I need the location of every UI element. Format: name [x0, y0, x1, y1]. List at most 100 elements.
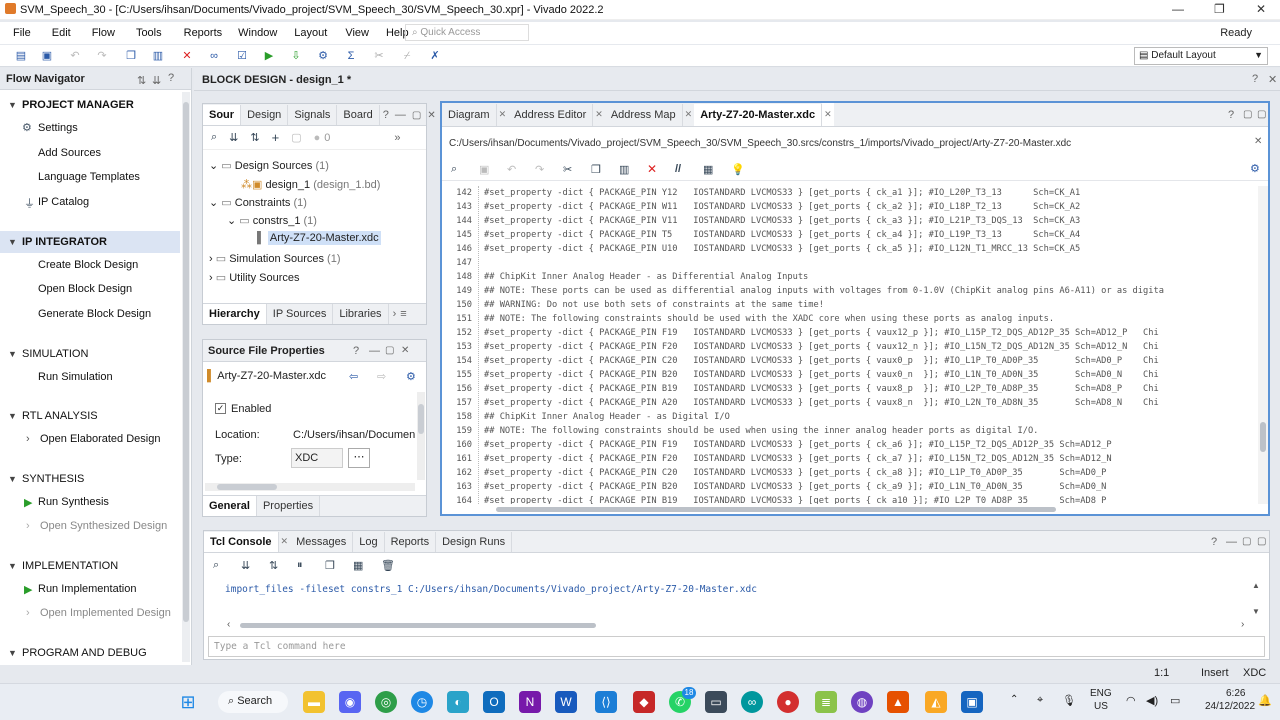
- section-rtl-analysis[interactable]: ▼ RTL ANALYSIS: [8, 410, 98, 422]
- block-icon[interactable]: ▦: [353, 559, 363, 572]
- code-line[interactable]: 146 #set_property -dict { PACKAGE_PIN U10…: [442, 242, 1080, 256]
- menu-view[interactable]: View: [345, 27, 369, 39]
- scroll-right-icon[interactable]: ›: [1241, 619, 1244, 630]
- tab-address-map[interactable]: Address Map: [605, 104, 683, 126]
- tree-utility-sources[interactable]: › ▭ Utility Sources: [209, 271, 300, 284]
- debug-icon[interactable]: ✂: [372, 49, 386, 63]
- run-icon[interactable]: ▶: [262, 49, 276, 63]
- section-program-and-debug[interactable]: ▼ PROGRAM AND DEBUG: [8, 647, 147, 659]
- collapse-all-icon[interactable]: ⇊: [241, 559, 250, 572]
- tab-hierarchy[interactable]: Hierarchy: [203, 304, 267, 324]
- bindings-icon[interactable]: ∞: [207, 49, 221, 63]
- trash-icon[interactable]: 🗑: [381, 559, 395, 572]
- close-icon[interactable]: ✕: [593, 103, 605, 126]
- lightbulb-icon[interactable]: 💡: [731, 163, 745, 176]
- section-synthesis[interactable]: ▼ SYNTHESIS: [8, 473, 84, 485]
- help-icon[interactable]: ?: [168, 72, 174, 84]
- nav-open-block-design[interactable]: Open Block Design: [38, 283, 132, 295]
- minimize-icon[interactable]: —: [1226, 536, 1237, 548]
- help-icon[interactable]: ?: [1228, 109, 1234, 121]
- scroll-down-icon[interactable]: ▼: [1252, 607, 1260, 616]
- notifications-icon[interactable]: 🔔: [1258, 694, 1272, 707]
- code-line[interactable]: 162 #set_property -dict { PACKAGE_PIN C20…: [442, 466, 1106, 480]
- restore-icon[interactable]: ▢: [385, 345, 394, 356]
- comment-icon[interactable]: //: [675, 163, 681, 175]
- code-line[interactable]: 158 ## ChipKit Inner Analog Header - as D…: [442, 410, 730, 424]
- discord-icon[interactable]: ◉: [339, 691, 361, 713]
- properties-icon[interactable]: ▢: [291, 131, 301, 144]
- nav-open-synthesized-design[interactable]: Open Synthesized Design: [40, 520, 167, 532]
- help-icon[interactable]: ?: [1252, 73, 1258, 85]
- enabled-checkbox[interactable]: ✓: [215, 403, 226, 414]
- scrollbar-thumb[interactable]: [183, 102, 189, 622]
- redo-icon[interactable]: ↷: [95, 49, 109, 63]
- menu-flow[interactable]: Flow: [92, 27, 115, 39]
- nav-language-templates[interactable]: Language Templates: [38, 171, 140, 183]
- tab-libraries[interactable]: Libraries: [333, 304, 389, 324]
- undo-icon[interactable]: ↶: [507, 163, 516, 176]
- collapse-icon[interactable]: ⇊: [152, 74, 161, 87]
- maximize-button[interactable]: ❐: [1214, 2, 1225, 16]
- gear-icon[interactable]: ⚙: [406, 370, 416, 383]
- tab-properties[interactable]: Properties: [257, 496, 321, 516]
- block-icon[interactable]: ▦: [703, 163, 713, 176]
- sort-icon[interactable]: ⇅: [137, 74, 146, 87]
- restore-icon[interactable]: ▢: [1243, 109, 1252, 120]
- paste-icon[interactable]: ▥: [151, 49, 165, 63]
- maximize-icon[interactable]: ▢: [1257, 536, 1266, 547]
- restore-icon[interactable]: ▢: [1242, 536, 1251, 547]
- outlook-icon[interactable]: O: [483, 691, 505, 713]
- type-field[interactable]: XDC: [291, 448, 343, 468]
- tab-board[interactable]: Board: [337, 105, 380, 125]
- close-icon[interactable]: ✕: [401, 345, 409, 356]
- scrollbar-thumb[interactable]: [496, 507, 1056, 512]
- code-line[interactable]: 156 #set_property -dict { PACKAGE_PIN B19…: [442, 382, 1158, 396]
- gear-icon[interactable]: ⚙: [1250, 162, 1260, 175]
- nav-run-implementation[interactable]: Run Implementation: [38, 583, 136, 595]
- tree-design-sources[interactable]: ⌄ ▭ Design Sources (1): [209, 159, 329, 172]
- help-icon[interactable]: ?: [353, 345, 359, 357]
- battery-icon[interactable]: ▭: [1170, 694, 1180, 707]
- close-icon[interactable]: ✕: [424, 106, 438, 125]
- expand-all-icon[interactable]: ⇅: [269, 559, 278, 572]
- code-line[interactable]: 155 #set_property -dict { PACKAGE_PIN B20…: [442, 368, 1158, 382]
- vscode-icon[interactable]: ⟨⟩: [595, 691, 617, 713]
- help-icon[interactable]: ?: [1211, 536, 1217, 548]
- section-ip-integrator[interactable]: ▼ IP INTEGRATOR: [8, 236, 107, 248]
- code-line[interactable]: 148 ## ChipKit Inner Analog Header - as D…: [442, 270, 808, 284]
- search-icon[interactable]: ⌕: [213, 559, 219, 572]
- delete-icon[interactable]: ✕: [647, 162, 657, 176]
- close-icon[interactable]: ✕: [279, 531, 291, 552]
- settings-icon[interactable]: ⚙: [316, 49, 330, 63]
- monitor-icon[interactable]: ▭: [705, 691, 727, 713]
- nav-run-synthesis[interactable]: Run Synthesis: [38, 496, 109, 508]
- location-icon[interactable]: ⌖: [1037, 694, 1043, 707]
- app-red-icon[interactable]: ◆: [633, 691, 655, 713]
- nav-generate-block-design[interactable]: Generate Block Design: [38, 308, 151, 320]
- section-project-manager[interactable]: ▼ PROJECT MANAGER: [8, 99, 134, 111]
- section-simulation[interactable]: ▼ SIMULATION: [8, 348, 88, 360]
- chevron-up-icon[interactable]: ⌃: [1010, 694, 1018, 705]
- matlab-icon[interactable]: ▲: [887, 691, 909, 713]
- tool-icon[interactable]: ✗: [428, 49, 442, 63]
- save-icon[interactable]: ▣: [479, 163, 489, 176]
- scrollbar-thumb[interactable]: [418, 404, 424, 434]
- type-browse-button[interactable]: ⋯: [348, 448, 370, 468]
- github-icon[interactable]: ◍: [851, 691, 873, 713]
- editor-hscrollbar[interactable]: [482, 504, 1258, 514]
- undo-icon[interactable]: ↶: [68, 49, 82, 63]
- menu-window[interactable]: Window: [238, 27, 277, 39]
- code-line[interactable]: 145 #set_property -dict { PACKAGE_PIN T5 …: [442, 228, 1080, 242]
- tab-reports[interactable]: Reports: [385, 532, 437, 552]
- tree-xdc-file[interactable]: ▌ Arty-Z7-20-Master.xdc: [257, 231, 381, 245]
- tab-design[interactable]: Design: [241, 105, 289, 125]
- menu-reports[interactable]: Reports: [184, 27, 223, 39]
- app-icon[interactable]: ◐: [447, 691, 469, 713]
- arduino-icon[interactable]: ∞: [741, 691, 763, 713]
- code-line[interactable]: 144 #set_property -dict { PACKAGE_PIN V11…: [442, 214, 1080, 228]
- copy-icon[interactable]: ❐: [325, 559, 335, 572]
- code-line[interactable]: 161 #set_property -dict { PACKAGE_PIN F20…: [442, 452, 1111, 466]
- menu-file[interactable]: File: [13, 27, 31, 39]
- chevron-right-icon[interactable]: ›: [26, 433, 30, 445]
- scrollbar-thumb[interactable]: [217, 484, 277, 490]
